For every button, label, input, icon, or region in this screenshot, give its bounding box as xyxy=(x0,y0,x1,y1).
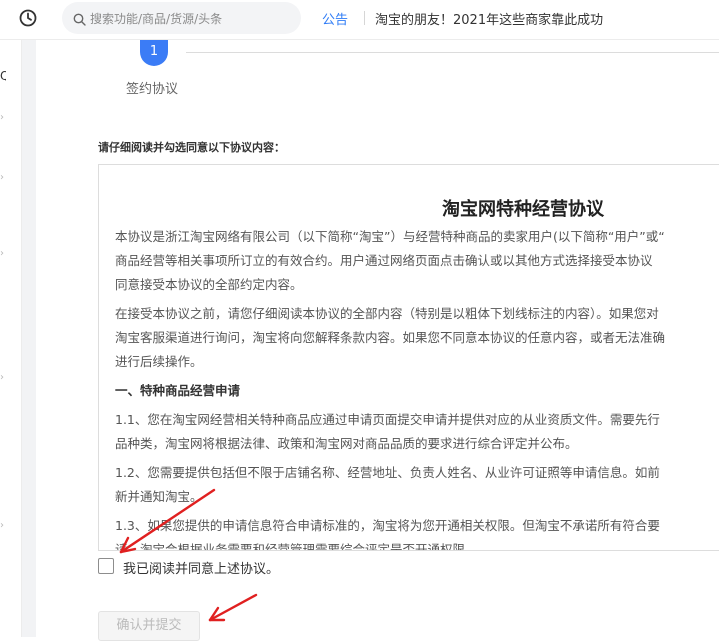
agreement-line: 品种类，淘宝网将根据法律、政策和淘宝网对商品品质的要求进行综合评定并公布。 xyxy=(115,436,578,451)
top-bar: 搜索功能/商品/货源/头条 公告 淘宝的朋友！2021年这些商家靠此成功 xyxy=(0,0,719,40)
clock-icon[interactable] xyxy=(19,9,37,27)
agreement-line: 1.1、您在淘宝网经营相关特种商品应通过申请页面提交申请并提供对应的从业资质文件… xyxy=(115,412,660,427)
step-label: 签约协议 xyxy=(126,82,179,97)
agreement-section-heading: 一、特种商品经营申请 xyxy=(115,383,241,398)
chevron-right-icon[interactable]: › xyxy=(0,112,4,123)
agreement-line: 淘宝客服渠道进行询问，淘宝将向您解释条款内容。如果您不同意本协议的任意内容，或者… xyxy=(115,330,666,345)
chevron-right-icon[interactable]: › xyxy=(0,248,4,259)
search-input[interactable]: 搜索功能/商品/货源/头条 xyxy=(62,2,301,34)
divider xyxy=(364,11,365,25)
agreement-title: 淘宝网特种经营协议 xyxy=(442,199,604,220)
agreement-line: 同意接受本协议的全部约定内容。 xyxy=(115,277,303,292)
arrow-to-submit-icon xyxy=(208,593,258,622)
agreement-instruction: 请仔细阅读并勾选同意以下协议内容： xyxy=(98,141,285,154)
content-gutter xyxy=(22,40,36,637)
notice-headline-link[interactable]: 淘宝的朋友！2021年这些商家靠此成功 xyxy=(375,9,603,28)
agreement-line: 商品经营等相关事项所订立的有效合约。用户通过网络页面点击确认或以其他方式选择接受… xyxy=(115,253,653,268)
step-progress-line xyxy=(186,52,719,53)
sidebar-item-label: Q xyxy=(0,69,6,83)
agreement-line: 1.3、如果您提供的申请信息符合申请标准的，淘宝将为您开通相关权限。但淘宝不承诺… xyxy=(115,518,660,533)
notice-tag[interactable]: 公告 xyxy=(322,9,348,28)
chevron-right-icon[interactable]: › xyxy=(0,372,4,383)
consent-label[interactable]: 我已阅读并同意上述协议。 xyxy=(123,558,279,577)
agreement-body: 本协议是浙江淘宝网络有限公司（以下简称“淘宝”）与经营特种商品的卖家用户(以下简… xyxy=(115,225,719,551)
agreement-line: 新并通知淘宝。 xyxy=(115,489,203,504)
step-number-badge: 1 xyxy=(140,40,168,66)
search-placeholder: 搜索功能/商品/货源/头条 xyxy=(90,12,223,26)
agreement-line: 1.2、您需要提供包括但不限于店铺名称、经营地址、负责人姓名、从业许可证照等申请… xyxy=(115,465,660,480)
consent-checkbox[interactable] xyxy=(98,558,114,574)
agreement-scroll-box[interactable]: 淘宝网特种经营协议 本协议是浙江淘宝网络有限公司（以下简称“淘宝”）与经营特种商… xyxy=(98,164,719,551)
left-sidebar: Q › › › › › xyxy=(0,40,22,637)
chevron-right-icon[interactable]: › xyxy=(0,520,4,531)
search-icon xyxy=(73,11,86,26)
chevron-right-icon[interactable]: › xyxy=(0,172,4,183)
agreement-line: 进行后续操作。 xyxy=(115,354,203,369)
agreement-line: 在接受本协议之前，请您仔细阅读本协议的全部内容（特别是以粗体下划线标注的内容）。… xyxy=(115,306,659,321)
agreement-line: 请，淘宝会根据业务需要和经营管理需要综合评定是否开通权限。 xyxy=(115,542,478,551)
agreement-line: 本协议是浙江淘宝网络有限公司（以下简称“淘宝”）与经营特种商品的卖家用户(以下简… xyxy=(115,229,665,244)
